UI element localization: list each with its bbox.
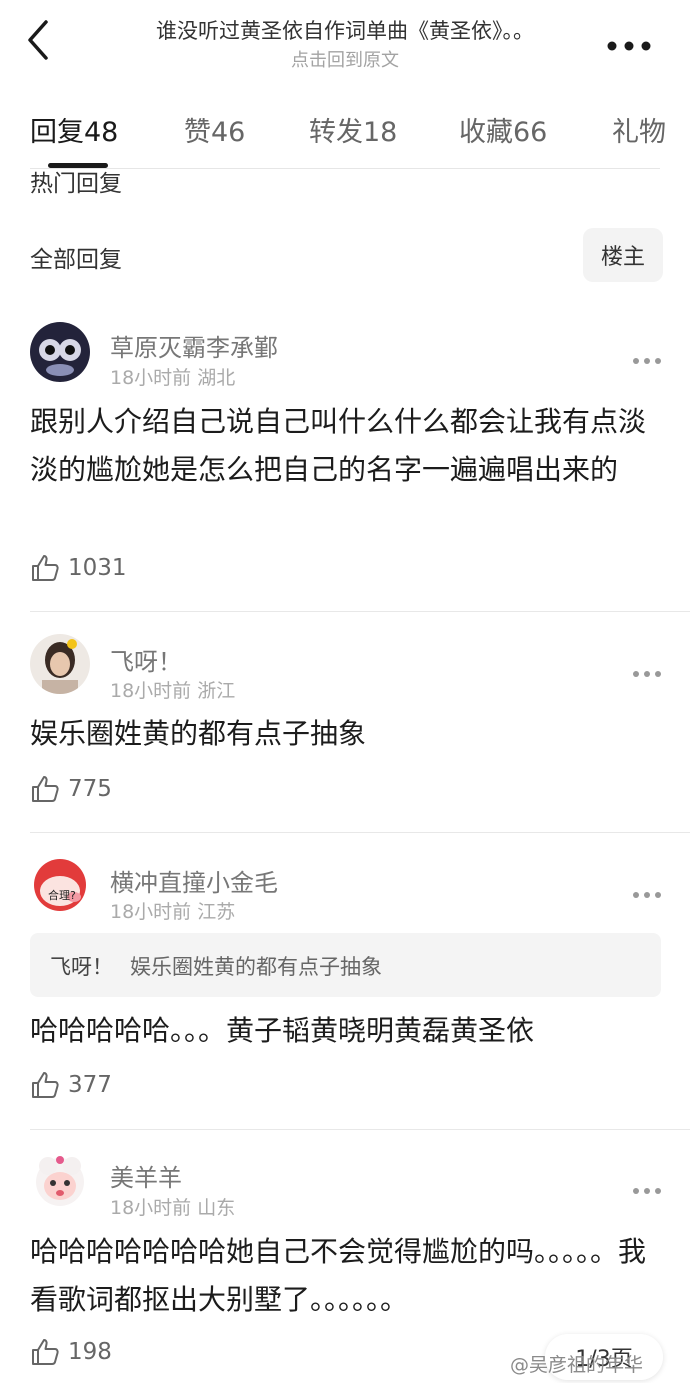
tab-count: 46 bbox=[211, 117, 246, 148]
op-only-filter-button[interactable]: 楼主 bbox=[583, 228, 663, 282]
like-button[interactable]: 377 bbox=[30, 1069, 112, 1101]
top-bar: 谁没听过黄圣依自作词单曲《黄圣依》。。 点击回到原文 bbox=[0, 0, 690, 88]
back-to-post-link[interactable]: 点击回到原文 bbox=[90, 46, 600, 72]
tab-gifts[interactable]: 礼物 bbox=[612, 110, 666, 149]
quoted-text: 娱乐圈姓黄的都有点子抽象 bbox=[130, 955, 382, 979]
tab-label: 转发 bbox=[309, 117, 363, 148]
avatar[interactable] bbox=[30, 322, 90, 382]
comment-text: 跟别人介绍自己说自己叫什么什么都会让我有点淡淡的尴尬她是怎么把自己的名字一遍遍唱… bbox=[30, 405, 647, 486]
tab-label: 收藏 bbox=[459, 117, 513, 148]
more-dots-icon bbox=[633, 671, 661, 677]
timestamp: 18小时前 bbox=[110, 367, 192, 389]
quoted-reply[interactable]: 飞呀！ 娱乐圈姓黄的都有点子抽象 bbox=[30, 933, 661, 997]
comment-text: 哈哈哈哈哈哈哈她自己不会觉得尴尬的吗。。。。。我看歌词都抠出大别墅了。。。。。。 bbox=[30, 1235, 647, 1316]
tab-count: 66 bbox=[513, 117, 548, 148]
comment-more-button[interactable] bbox=[632, 884, 662, 898]
all-replies-heading: 全部回复 bbox=[30, 247, 122, 273]
thumbs-up-icon bbox=[32, 1339, 59, 1365]
tab-replies[interactable]: 回复48 bbox=[30, 110, 118, 149]
comment-meta: 18小时前 湖北 bbox=[110, 363, 235, 390]
like-count: 198 bbox=[68, 1339, 112, 1365]
comment-meta: 18小时前 江苏 bbox=[110, 897, 235, 924]
comment-divider bbox=[30, 611, 690, 612]
tab-count: 18 bbox=[363, 117, 398, 148]
like-count: 1031 bbox=[68, 555, 127, 581]
comment-meta: 18小时前 浙江 bbox=[110, 676, 235, 703]
thumbs-up-icon bbox=[32, 776, 59, 802]
more-dots-icon bbox=[633, 358, 661, 364]
comment-divider bbox=[30, 832, 690, 833]
comment-more-button[interactable] bbox=[632, 1180, 662, 1194]
username[interactable]: 草原灭霸李承鄞 bbox=[110, 328, 278, 363]
location: 江苏 bbox=[197, 901, 236, 923]
hot-replies-heading: 热门回复 bbox=[30, 171, 122, 197]
tab-label: 赞 bbox=[184, 117, 211, 148]
post-title[interactable]: 谁没听过黄圣依自作词单曲《黄圣依》。。 bbox=[90, 15, 600, 45]
username[interactable]: 飞呀！ bbox=[110, 642, 182, 677]
location: 山东 bbox=[197, 1197, 236, 1219]
avatar[interactable] bbox=[30, 634, 90, 694]
timestamp: 18小时前 bbox=[110, 901, 192, 923]
like-button[interactable]: 1031 bbox=[30, 552, 127, 584]
thumbs-up-icon bbox=[32, 555, 59, 581]
comment-text: 娱乐圈姓黄的都有点子抽象 bbox=[30, 717, 367, 750]
comment-divider bbox=[30, 1129, 690, 1130]
tab-label: 回复 bbox=[30, 117, 84, 148]
avatar-text: 合理? bbox=[48, 888, 76, 902]
like-count: 775 bbox=[68, 776, 112, 802]
avatar-image bbox=[30, 634, 90, 694]
timestamp: 18小时前 bbox=[110, 1197, 192, 1219]
like-button[interactable]: 775 bbox=[30, 773, 112, 805]
like-button[interactable]: 198 bbox=[30, 1336, 112, 1368]
avatar[interactable] bbox=[30, 1152, 90, 1212]
thumbs-up-icon bbox=[32, 1072, 59, 1098]
tab-reposts[interactable]: 转发18 bbox=[309, 110, 397, 149]
avatar-image bbox=[30, 322, 90, 382]
tabs-divider bbox=[30, 168, 660, 169]
avatar-image: 合理? bbox=[30, 855, 90, 915]
chevron-left-icon bbox=[28, 20, 48, 60]
avatar[interactable]: 合理? bbox=[30, 855, 90, 915]
tab-label: 礼物 bbox=[612, 117, 666, 148]
location: 湖北 bbox=[197, 367, 236, 389]
quoted-username[interactable]: 飞呀！ bbox=[50, 951, 113, 981]
more-options-button[interactable] bbox=[606, 36, 652, 51]
tab-bar: 回复48 赞46 转发18 收藏66 礼物 bbox=[0, 100, 690, 170]
more-dots-icon bbox=[633, 892, 661, 898]
username[interactable]: 美羊羊 bbox=[110, 1158, 182, 1193]
comment-text: 哈哈哈哈哈。。。黄子韬黄晓明黄磊黄圣依 bbox=[30, 1014, 535, 1047]
comment-more-button[interactable] bbox=[632, 350, 662, 364]
comment-more-button[interactable] bbox=[632, 663, 662, 677]
tab-likes[interactable]: 赞46 bbox=[184, 110, 245, 149]
watermark: @吴彦祖的年华 bbox=[510, 1354, 644, 1376]
more-dots-icon bbox=[607, 41, 651, 51]
location: 浙江 bbox=[197, 680, 236, 702]
more-dots-icon bbox=[633, 1188, 661, 1194]
tab-count: 48 bbox=[84, 117, 119, 148]
username[interactable]: 横冲直撞小金毛 bbox=[110, 863, 278, 898]
tab-favorites[interactable]: 收藏66 bbox=[459, 110, 547, 149]
timestamp: 18小时前 bbox=[110, 680, 192, 702]
comment-meta: 18小时前 山东 bbox=[110, 1193, 235, 1220]
avatar-image bbox=[30, 1152, 90, 1212]
back-button[interactable] bbox=[20, 18, 60, 62]
like-count: 377 bbox=[68, 1072, 112, 1098]
